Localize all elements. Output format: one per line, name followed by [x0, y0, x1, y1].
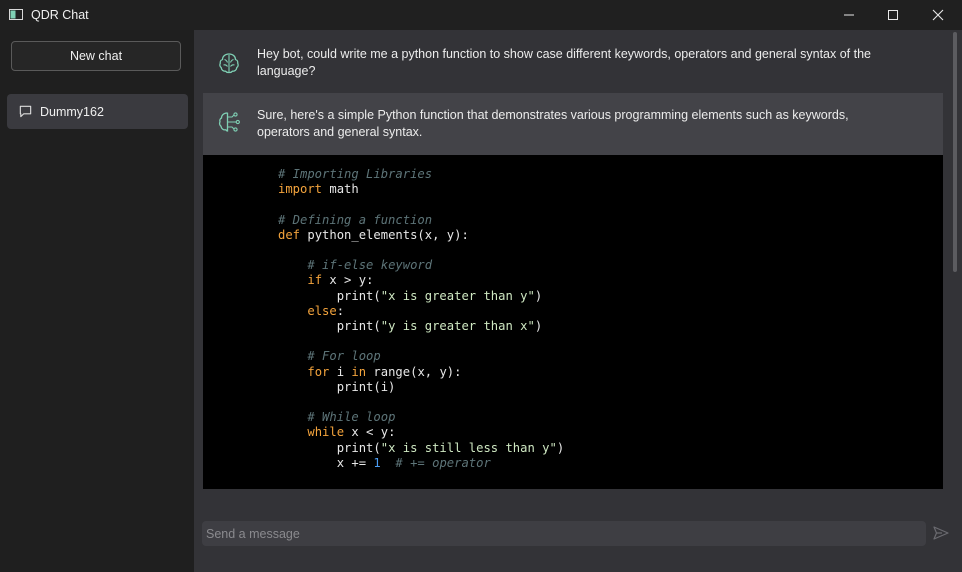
- new-chat-button[interactable]: New chat: [11, 41, 181, 71]
- title-bar: QDR Chat: [0, 0, 962, 30]
- maximize-icon: [888, 10, 898, 20]
- close-button[interactable]: [915, 0, 961, 30]
- chat-bubble-icon: [19, 105, 32, 118]
- bot-message-text: Sure, here's a simple Python function th…: [257, 108, 849, 139]
- close-icon: [932, 9, 944, 21]
- minimize-button[interactable]: [826, 0, 872, 30]
- chat-panel: Hey bot, could write me a python functio…: [194, 30, 962, 572]
- bot-message: Sure, here's a simple Python function th…: [203, 93, 943, 155]
- scrollbar-thumb[interactable]: [953, 32, 957, 272]
- user-message: Hey bot, could write me a python functio…: [203, 32, 943, 93]
- app-icon: [9, 9, 23, 20]
- scrollbar[interactable]: [952, 32, 958, 502]
- sidebar-item-chat[interactable]: Dummy162: [7, 94, 188, 129]
- window-title: QDR Chat: [31, 8, 89, 22]
- code-block[interactable]: # Importing Libraries import math # Defi…: [203, 155, 943, 489]
- message-input[interactable]: [202, 521, 926, 546]
- sidebar: New chat Dummy162: [0, 30, 195, 572]
- sidebar-item-label: Dummy162: [40, 104, 104, 119]
- code-content: # Importing Libraries import math # Defi…: [278, 167, 565, 470]
- bot-avatar-icon: [218, 112, 240, 132]
- user-message-text: Hey bot, could write me a python functio…: [257, 47, 872, 78]
- send-icon[interactable]: [932, 524, 950, 542]
- user-avatar-icon: [219, 53, 239, 74]
- maximize-button[interactable]: [870, 0, 916, 30]
- minimize-icon: [844, 14, 854, 16]
